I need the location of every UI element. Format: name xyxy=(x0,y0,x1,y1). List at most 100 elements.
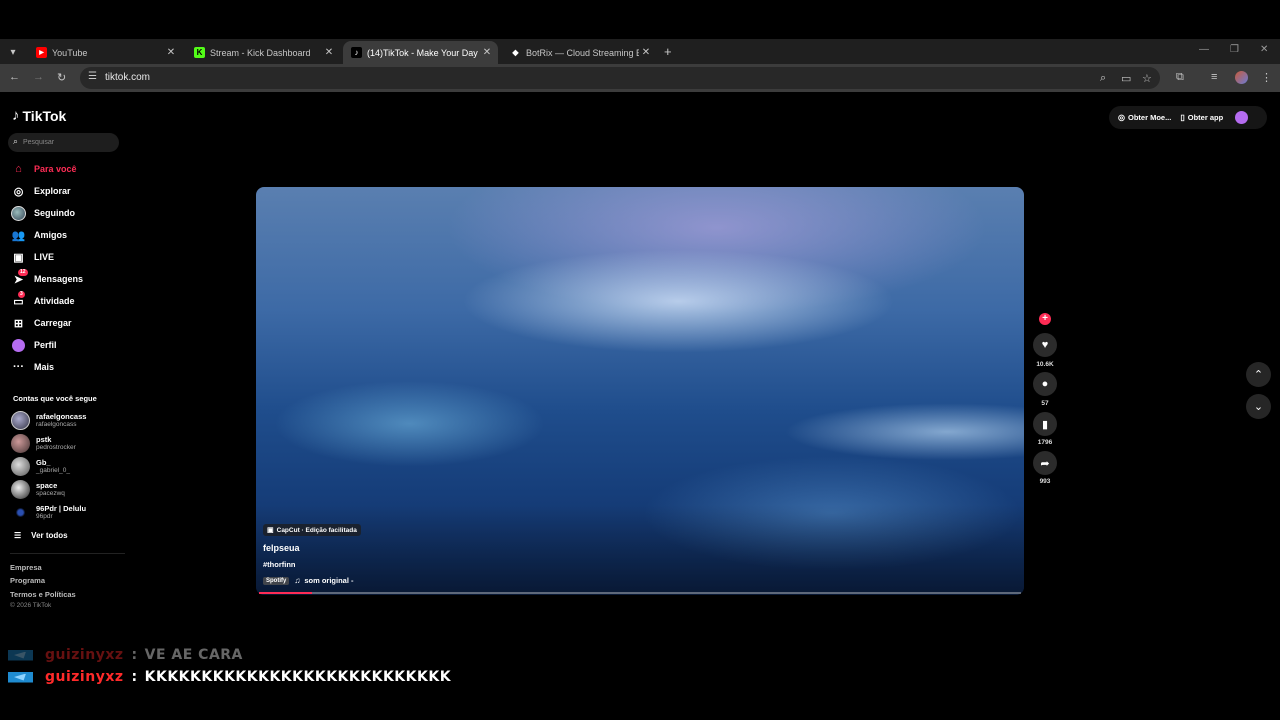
messages-badge: 12 xyxy=(18,268,28,276)
chevron-up-icon: ⌃ xyxy=(1253,369,1264,381)
capcut-tag[interactable]: ▣ CapCut · Edição facilitada xyxy=(263,524,361,536)
tab-youtube[interactable]: ▶ YouTube ✕ xyxy=(28,41,182,64)
account-name: pstk xyxy=(36,434,52,444)
botrix-icon: ◆ xyxy=(512,48,519,57)
close-tab-icon[interactable]: ✕ xyxy=(480,47,494,58)
close-tab-icon[interactable]: ✕ xyxy=(639,47,653,58)
restore-icon[interactable]: ❐ xyxy=(1230,44,1239,55)
nav-para-voce[interactable]: ⌂ Para você xyxy=(11,160,76,178)
tab-botrix[interactable]: ◆ BotRix — Cloud Streaming Bot ✕ xyxy=(502,41,657,64)
nav-label: Seguindo xyxy=(34,208,75,218)
site-info-icon[interactable]: ☰ xyxy=(88,71,97,82)
browser-toolbar: ← → ↻ ☰ tiktok.com ⌕ ▭ ☆ ⧉ ≡ ⋮ xyxy=(0,64,1280,92)
phone-icon: ▯ xyxy=(1180,113,1185,122)
cast-icon[interactable]: ▭ xyxy=(1121,72,1131,85)
nav-amigos[interactable]: 👥 Amigos xyxy=(11,226,67,244)
spotify-tag[interactable]: Spotify xyxy=(263,576,290,585)
coin-icon: ◎ xyxy=(1118,113,1125,122)
nav-live[interactable]: ▣ LIVE xyxy=(11,248,54,266)
capcut-label: CapCut · Edição facilitada xyxy=(276,526,357,534)
get-coins-button[interactable]: ◎ Obter Moe... xyxy=(1118,113,1171,122)
following-account[interactable]: Gb_ _gabriel_0_ xyxy=(11,456,70,476)
comment-button[interactable]: ● xyxy=(1033,372,1057,396)
zoom-icon[interactable]: ⌕ xyxy=(1100,72,1106,85)
top-right-actions: ◎ Obter Moe... ▯ Obter app xyxy=(1109,106,1267,129)
minimize-icon[interactable]: — xyxy=(1199,44,1209,55)
avatar xyxy=(11,502,30,522)
like-button[interactable]: ♥ xyxy=(1033,333,1057,357)
next-video-button[interactable]: ⌄ xyxy=(1246,394,1271,419)
search-box[interactable]: ⌕ xyxy=(8,133,119,152)
tab-tiktok[interactable]: ♪ (14)TikTok - Make Your Day ✕ xyxy=(343,41,498,64)
tiktok-logo[interactable]: ♪ TikTok xyxy=(12,107,66,124)
tab-title: (14)TikTok - Make Your Day xyxy=(367,47,478,58)
footer-link-empresa[interactable]: Empresa xyxy=(10,563,42,572)
close-tab-icon[interactable]: ✕ xyxy=(164,47,178,58)
search-input[interactable] xyxy=(23,135,113,150)
chat-message: guizinyxz : VE AE CARA xyxy=(8,647,243,663)
following-account[interactable]: rafaelgoncass rafaelgoncass xyxy=(11,410,86,430)
account-handle: 96pdr xyxy=(36,512,53,520)
address-bar[interactable]: ☰ tiktok.com ⌕ ▭ ☆ xyxy=(80,67,1160,89)
nav-seguindo[interactable]: Seguindo xyxy=(11,204,75,222)
get-coins-label: Obter Moe... xyxy=(1127,113,1172,122)
media-control-icon[interactable]: ≡ xyxy=(1211,71,1217,83)
chat-text: KKKKKKKKKKKKKKKKKKKKKKKKKKK xyxy=(144,669,452,685)
tab-title: YouTube xyxy=(52,47,88,58)
nav-label: Atividade xyxy=(34,296,75,306)
upload-icon: ⊞ xyxy=(13,317,24,330)
follow-plus-button[interactable]: + xyxy=(1039,313,1051,325)
following-account[interactable]: space spacezwq xyxy=(11,479,65,499)
heart-icon: ♥ xyxy=(1041,339,1049,351)
extensions-icon[interactable]: ⧉ xyxy=(1176,71,1184,84)
close-tab-icon[interactable]: ✕ xyxy=(322,47,336,58)
nav-perfil[interactable]: Perfil xyxy=(11,336,57,354)
video-author[interactable]: felpseua xyxy=(263,543,300,553)
menu-dots-icon[interactable]: ⋮ xyxy=(1261,71,1272,84)
chevron-down-icon: ⌄ xyxy=(1253,401,1264,413)
nav-explorar[interactable]: ◎ Explorar xyxy=(11,182,71,200)
share-button[interactable]: ➦ xyxy=(1033,451,1057,475)
previous-video-button[interactable]: ⌃ xyxy=(1246,362,1271,387)
nav-carregar[interactable]: ⊞ Carregar xyxy=(11,314,72,332)
video-hashtag[interactable]: #thorfinn xyxy=(263,560,296,569)
browser-tabstrip: ▾ ▶ YouTube ✕ K Stream - Kick Dashboard … xyxy=(0,39,1280,64)
close-window-icon[interactable]: ✕ xyxy=(1260,44,1268,55)
get-app-button[interactable]: ▯ Obter app xyxy=(1180,113,1223,122)
tab-search-icon[interactable]: ▾ xyxy=(4,43,22,61)
browser-profile-avatar[interactable] xyxy=(1235,71,1248,84)
messages-icon: ➤ 12 xyxy=(13,268,28,286)
tab-kick[interactable]: K Stream - Kick Dashboard ✕ xyxy=(186,41,340,64)
nav-mais[interactable]: ··· Mais xyxy=(11,358,54,376)
reload-icon[interactable]: ↻ xyxy=(57,71,66,84)
friends-icon: 👥 xyxy=(11,229,26,242)
video-progress-bar[interactable] xyxy=(259,592,1021,594)
comment-icon: ● xyxy=(1041,378,1049,390)
following-account[interactable]: pstk pedrostrocker xyxy=(11,433,76,453)
video-music[interactable]: Spotify ♫ som original - xyxy=(263,576,354,585)
bookmark-icon: ▮ xyxy=(1041,418,1049,431)
avatar xyxy=(11,433,30,453)
account-name: 96Pdr | Delulu xyxy=(36,503,87,513)
footer-link-termos[interactable]: Termos e Políticas xyxy=(10,590,76,599)
following-account[interactable]: 96Pdr | Delulu 96pdr xyxy=(11,502,86,522)
back-icon[interactable]: ← xyxy=(9,71,20,83)
chat-username: guizinyxz xyxy=(45,647,124,663)
see-all-label: Ver todos xyxy=(31,531,68,540)
kick-icon: K xyxy=(194,47,205,58)
chat-separator: : xyxy=(131,669,138,685)
save-button[interactable]: ▮ xyxy=(1033,412,1057,436)
see-all-button[interactable]: ☰ Ver todos xyxy=(14,531,68,540)
footer-link-programa[interactable]: Programa xyxy=(10,576,45,585)
nav-atividade[interactable]: ▭ 3 Atividade xyxy=(11,290,75,310)
video-player[interactable] xyxy=(256,187,1024,595)
nav-mensagens[interactable]: ➤ 12 Mensagens xyxy=(11,268,83,288)
bookmark-star-icon[interactable]: ☆ xyxy=(1142,72,1152,85)
user-avatar[interactable] xyxy=(1235,111,1249,124)
account-handle: spacezwq xyxy=(36,489,65,497)
url-text: tiktok.com xyxy=(105,72,151,83)
forward-icon[interactable]: → xyxy=(33,71,44,83)
more-icon: ··· xyxy=(13,361,24,373)
new-tab-icon[interactable]: + xyxy=(664,44,672,59)
capcut-icon: ▣ xyxy=(267,527,274,534)
